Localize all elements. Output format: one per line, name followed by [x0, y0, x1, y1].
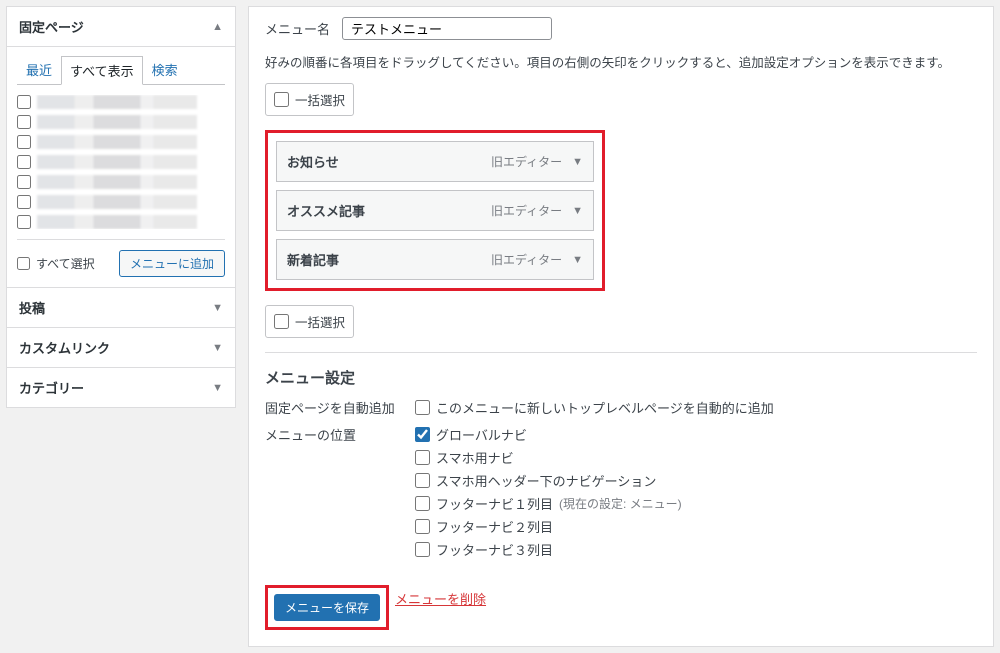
menu-location-option[interactable]: グローバルナビ — [415, 425, 977, 444]
menu-location-checkbox[interactable] — [415, 519, 430, 534]
select-all-label[interactable]: すべて選択 — [17, 255, 95, 272]
auto-add-label: 固定ページを自動追加 — [265, 398, 415, 417]
page-item[interactable] — [17, 95, 225, 109]
page-item[interactable] — [17, 135, 225, 149]
menu-location-option[interactable]: フッターナビ３列目 — [415, 540, 977, 559]
panel-posts-title: 投稿 — [19, 298, 45, 317]
menu-item-title: 新着記事 — [287, 250, 491, 269]
menu-location-label: フッターナビ１列目 — [436, 494, 553, 513]
menu-item-type: 旧エディター — [491, 251, 562, 268]
page-list — [17, 95, 225, 229]
bulk-select-bottom[interactable]: 一括選択 — [265, 305, 354, 338]
page-item[interactable] — [17, 195, 225, 209]
menu-location-option[interactable]: フッターナビ１列目 (現在の設定: メニュー) — [415, 494, 977, 513]
menu-location-label: スマホ用ナビ — [436, 448, 514, 467]
menu-item-type: 旧エディター — [491, 202, 562, 219]
menu-location-label: グローバルナビ — [436, 425, 527, 444]
menu-item[interactable]: お知らせ 旧エディター ▼ — [276, 141, 594, 182]
page-item[interactable] — [17, 115, 225, 129]
menu-item-type: 旧エディター — [491, 153, 562, 170]
location-label: メニューの位置 — [265, 425, 415, 559]
menu-items-highlight: お知らせ 旧エディター ▼ オススメ記事 旧エディター ▼ 新着記事 旧エディタ… — [265, 130, 605, 291]
menu-settings-heading: メニュー設定 — [265, 367, 977, 388]
save-menu-button[interactable]: メニューを保存 — [274, 594, 380, 621]
page-checkbox[interactable] — [17, 115, 31, 129]
menu-item[interactable]: オススメ記事 旧エディター ▼ — [276, 190, 594, 231]
page-item[interactable] — [17, 155, 225, 169]
panel-pages-title: 固定ページ — [19, 17, 84, 36]
select-all-checkbox[interactable] — [17, 257, 30, 270]
delete-menu-link[interactable]: メニューを削除 — [395, 592, 486, 607]
caret-down-icon: ▼ — [212, 342, 223, 354]
page-checkbox[interactable] — [17, 175, 31, 189]
menu-location-option[interactable]: スマホ用ヘッダー下のナビゲーション — [415, 471, 977, 490]
menu-location-label: スマホ用ヘッダー下のナビゲーション — [436, 471, 656, 490]
panel-custom-link-title: カスタムリンク — [19, 338, 110, 357]
panel-category: カテゴリー ▼ — [6, 367, 236, 408]
panel-category-header[interactable]: カテゴリー ▼ — [7, 368, 235, 407]
menu-location-checkbox[interactable] — [415, 473, 430, 488]
page-checkbox[interactable] — [17, 135, 31, 149]
page-checkbox[interactable] — [17, 195, 31, 209]
chevron-down-icon[interactable]: ▼ — [572, 205, 583, 217]
auto-add-option[interactable]: このメニューに新しいトップレベルページを自動的に追加 — [415, 398, 977, 417]
panel-custom-link: カスタムリンク ▼ — [6, 327, 236, 368]
add-to-menu-button[interactable]: メニューに追加 — [119, 250, 225, 277]
menu-location-option[interactable]: フッターナビ２列目 — [415, 517, 977, 536]
chevron-down-icon[interactable]: ▼ — [572, 254, 583, 266]
menu-location-label: フッターナビ２列目 — [436, 517, 553, 536]
panel-custom-link-header[interactable]: カスタムリンク ▼ — [7, 328, 235, 367]
page-checkbox[interactable] — [17, 155, 31, 169]
bulk-select-top[interactable]: 一括選択 — [265, 83, 354, 116]
caret-down-icon: ▼ — [212, 302, 223, 314]
chevron-down-icon[interactable]: ▼ — [572, 156, 583, 168]
menu-location-checkbox[interactable] — [415, 450, 430, 465]
auto-add-checkbox[interactable] — [415, 400, 430, 415]
panel-pages-header[interactable]: 固定ページ ▲ — [7, 7, 235, 46]
page-item[interactable] — [17, 175, 225, 189]
panel-category-title: カテゴリー — [19, 378, 84, 397]
page-checkbox[interactable] — [17, 95, 31, 109]
tab-recent[interactable]: 最近 — [17, 55, 61, 84]
page-checkbox[interactable] — [17, 215, 31, 229]
menu-location-checkbox[interactable] — [415, 496, 430, 511]
menu-item-title: オススメ記事 — [287, 201, 491, 220]
menu-item[interactable]: 新着記事 旧エディター ▼ — [276, 239, 594, 280]
menu-location-note: (現在の設定: メニュー) — [559, 495, 682, 512]
bulk-select-checkbox[interactable] — [274, 92, 289, 107]
menu-name-input[interactable] — [342, 17, 552, 40]
caret-down-icon: ▼ — [212, 382, 223, 394]
page-item[interactable] — [17, 215, 225, 229]
tab-all[interactable]: すべて表示 — [61, 56, 143, 85]
bulk-select-checkbox[interactable] — [274, 314, 289, 329]
drag-instruction: 好みの順番に各項目をドラッグしてください。項目の右側の矢印をクリックすると、追加… — [265, 52, 977, 71]
menu-location-checkbox[interactable] — [415, 427, 430, 442]
panel-pages: 固定ページ ▲ 最近 すべて表示 検索 — [6, 6, 236, 288]
panel-posts: 投稿 ▼ — [6, 287, 236, 328]
menu-location-checkbox[interactable] — [415, 542, 430, 557]
menu-name-label: メニュー名 — [265, 19, 330, 38]
menu-item-title: お知らせ — [287, 152, 491, 171]
menu-location-option[interactable]: スマホ用ナビ — [415, 448, 977, 467]
panel-posts-header[interactable]: 投稿 ▼ — [7, 288, 235, 327]
menu-location-label: フッターナビ３列目 — [436, 540, 553, 559]
tab-search[interactable]: 検索 — [143, 55, 187, 84]
caret-up-icon: ▲ — [212, 21, 223, 33]
